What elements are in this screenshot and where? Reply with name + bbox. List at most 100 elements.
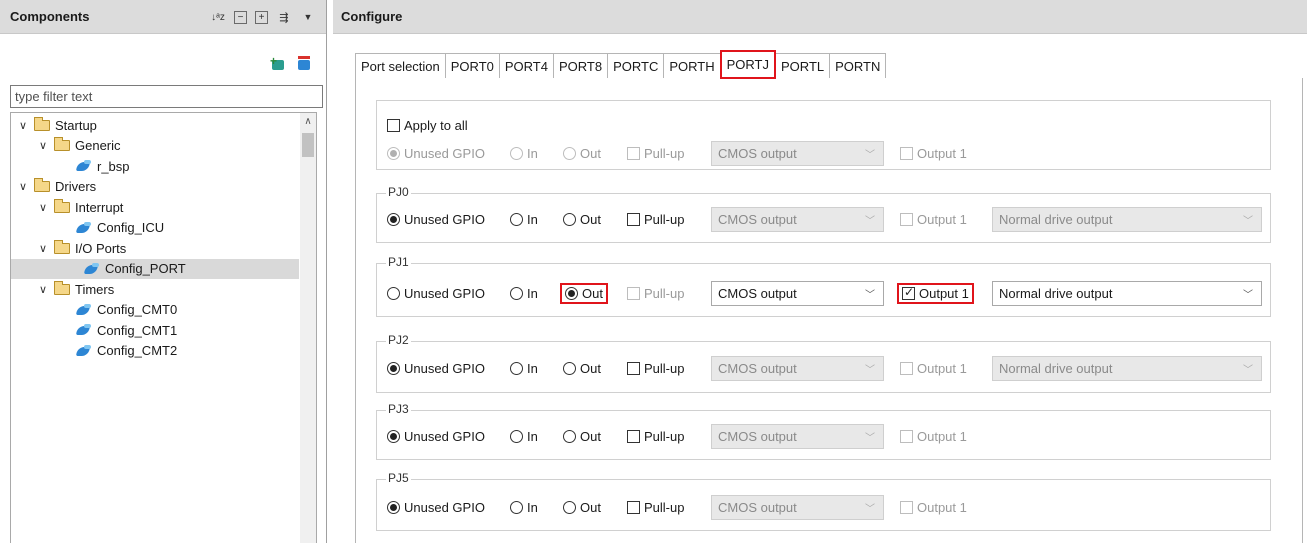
pj2-drive-select[interactable]: Normal drive output ﹀ (992, 356, 1262, 381)
pj3-out-dot[interactable] (563, 430, 576, 443)
pj1-in-radio[interactable]: In (510, 286, 538, 301)
tree-item[interactable]: r_bsp (57, 156, 130, 176)
pj3-pullup-box[interactable] (627, 430, 640, 443)
tree-item[interactable]: Config_CMT0 (57, 300, 177, 320)
tree-item[interactable]: Config_PORT (11, 258, 299, 279)
apply-unused-dot[interactable] (387, 147, 400, 160)
pj2-unused-dot[interactable] (387, 362, 400, 375)
tree-scrollbar[interactable]: ∧ (300, 113, 316, 543)
pj1-output1-checkbox[interactable]: Output 1 (897, 283, 974, 304)
tree-folder[interactable]: ∨ Startup (17, 115, 97, 135)
pj2-out-radio[interactable]: Out (563, 361, 601, 376)
tree-folder[interactable]: ∨ Drivers (17, 177, 96, 197)
chevron-down-icon[interactable]: ∨ (37, 201, 49, 214)
pj2-in-dot[interactable] (510, 362, 523, 375)
tab-portj[interactable]: PORTJ (719, 50, 777, 79)
apply-output1-checkbox[interactable]: Output 1 (900, 146, 967, 161)
pj0-out-radio[interactable]: Out (563, 212, 601, 227)
pj0-drive-select[interactable]: Normal drive output ﹀ (992, 207, 1262, 232)
pj2-pullup-box[interactable] (627, 362, 640, 375)
pj0-pullup-checkbox[interactable]: Pull-up (627, 212, 684, 227)
apply-unused-radio[interactable]: Unused GPIO (387, 146, 485, 161)
pj3-unused-radio[interactable]: Unused GPIO (387, 429, 485, 444)
pj1-unused-dot[interactable] (387, 287, 400, 300)
apply-in-dot[interactable] (510, 147, 523, 160)
remove-component-icon[interactable] (296, 56, 312, 72)
filter-options-icon[interactable]: ⇶ (276, 9, 292, 25)
pj3-in-radio[interactable]: In (510, 429, 538, 444)
tab-port0[interactable]: PORT0 (444, 53, 500, 79)
tree-item[interactable]: Config_CMT2 (57, 341, 177, 361)
pj0-out-dot[interactable] (563, 213, 576, 226)
pj1-out-dot[interactable] (565, 287, 578, 300)
apply-output-type-select[interactable]: CMOS output ﹀ (711, 141, 884, 166)
chevron-down-icon[interactable]: ∨ (17, 119, 29, 132)
tab-port4[interactable]: PORT4 (498, 53, 554, 79)
pj0-output1-checkbox[interactable]: Output 1 (900, 212, 967, 227)
pj1-drive-select[interactable]: Normal drive output ﹀ (992, 281, 1262, 306)
collapse-all-icon[interactable]: − (234, 10, 247, 24)
apply-out-radio[interactable]: Out (563, 146, 601, 161)
pj1-unused-radio[interactable]: Unused GPIO (387, 286, 485, 301)
pj3-out-radio[interactable]: Out (563, 429, 601, 444)
pj3-output1-box[interactable] (900, 430, 913, 443)
chevron-down-icon[interactable]: ∨ (37, 283, 49, 296)
tab-portc[interactable]: PORTC (607, 53, 665, 79)
tab-portl[interactable]: PORTL (775, 53, 831, 79)
pj5-pullup-box[interactable] (627, 501, 640, 514)
pj0-unused-radio[interactable]: Unused GPIO (387, 212, 485, 227)
pj5-out-dot[interactable] (563, 501, 576, 514)
tab-porth[interactable]: PORTH (663, 53, 721, 79)
tree-folder[interactable]: ∨ Generic (37, 136, 121, 156)
chevron-down-icon[interactable]: ∨ (37, 139, 49, 152)
apply-pullup-checkbox[interactable]: Pull-up (627, 146, 684, 161)
chevron-down-icon[interactable]: ∨ (17, 180, 29, 193)
pj5-unused-dot[interactable] (387, 501, 400, 514)
pj3-output1-checkbox[interactable]: Output 1 (900, 429, 967, 444)
pj2-in-radio[interactable]: In (510, 361, 538, 376)
pj5-in-dot[interactable] (510, 501, 523, 514)
tree-folder[interactable]: ∨ Timers (37, 279, 114, 299)
pj2-out-dot[interactable] (563, 362, 576, 375)
pj1-pullup-checkbox[interactable]: Pull-up (627, 286, 684, 301)
apply-to-all-checkbox[interactable]: Apply to all (387, 118, 468, 133)
pj2-output1-box[interactable] (900, 362, 913, 375)
apply-to-all-box[interactable] (387, 119, 400, 132)
chevron-down-icon[interactable]: ∨ (37, 242, 49, 255)
pj2-unused-radio[interactable]: Unused GPIO (387, 361, 485, 376)
pj1-output1-box[interactable] (902, 285, 915, 300)
pj3-in-dot[interactable] (510, 430, 523, 443)
component-filter-input[interactable] (10, 85, 323, 108)
tab-port-selection[interactable]: Port selection (355, 53, 446, 79)
pj0-in-dot[interactable] (510, 213, 523, 226)
sort-alpha-icon[interactable]: ↓ᵃz (210, 9, 226, 25)
pj1-output-type-select[interactable]: CMOS output ﹀ (711, 281, 884, 306)
pj0-output1-box[interactable] (900, 213, 913, 226)
pj2-output-type-select[interactable]: CMOS output ﹀ (711, 356, 884, 381)
tree-item[interactable]: Config_CMT1 (57, 320, 177, 340)
pj5-output1-checkbox[interactable]: Output 1 (900, 500, 967, 515)
pj0-unused-dot[interactable] (387, 213, 400, 226)
scroll-thumb[interactable] (302, 133, 314, 157)
apply-out-dot[interactable] (563, 147, 576, 160)
add-component-icon[interactable]: + (270, 55, 286, 72)
pj3-unused-dot[interactable] (387, 430, 400, 443)
pj5-in-radio[interactable]: In (510, 500, 538, 515)
apply-output1-box[interactable] (900, 147, 913, 160)
apply-in-radio[interactable]: In (510, 146, 538, 161)
pj1-in-dot[interactable] (510, 287, 523, 300)
tab-port8[interactable]: PORT8 (552, 53, 609, 79)
pj1-pullup-box[interactable] (627, 287, 640, 300)
pj0-pullup-box[interactable] (627, 213, 640, 226)
view-menu-chevron-icon[interactable]: ▼ (300, 9, 316, 25)
pj2-pullup-checkbox[interactable]: Pull-up (627, 361, 684, 376)
pj1-out-radio[interactable]: Out (560, 283, 608, 304)
pj3-pullup-checkbox[interactable]: Pull-up (627, 429, 684, 444)
pj2-output1-checkbox[interactable]: Output 1 (900, 361, 967, 376)
apply-pullup-box[interactable] (627, 147, 640, 160)
pj0-output-type-select[interactable]: CMOS output ﹀ (711, 207, 884, 232)
tree-folder[interactable]: ∨ I/O Ports (37, 238, 126, 258)
pj0-in-radio[interactable]: In (510, 212, 538, 227)
pj5-pullup-checkbox[interactable]: Pull-up (627, 500, 684, 515)
expand-all-icon[interactable]: + (255, 10, 268, 24)
